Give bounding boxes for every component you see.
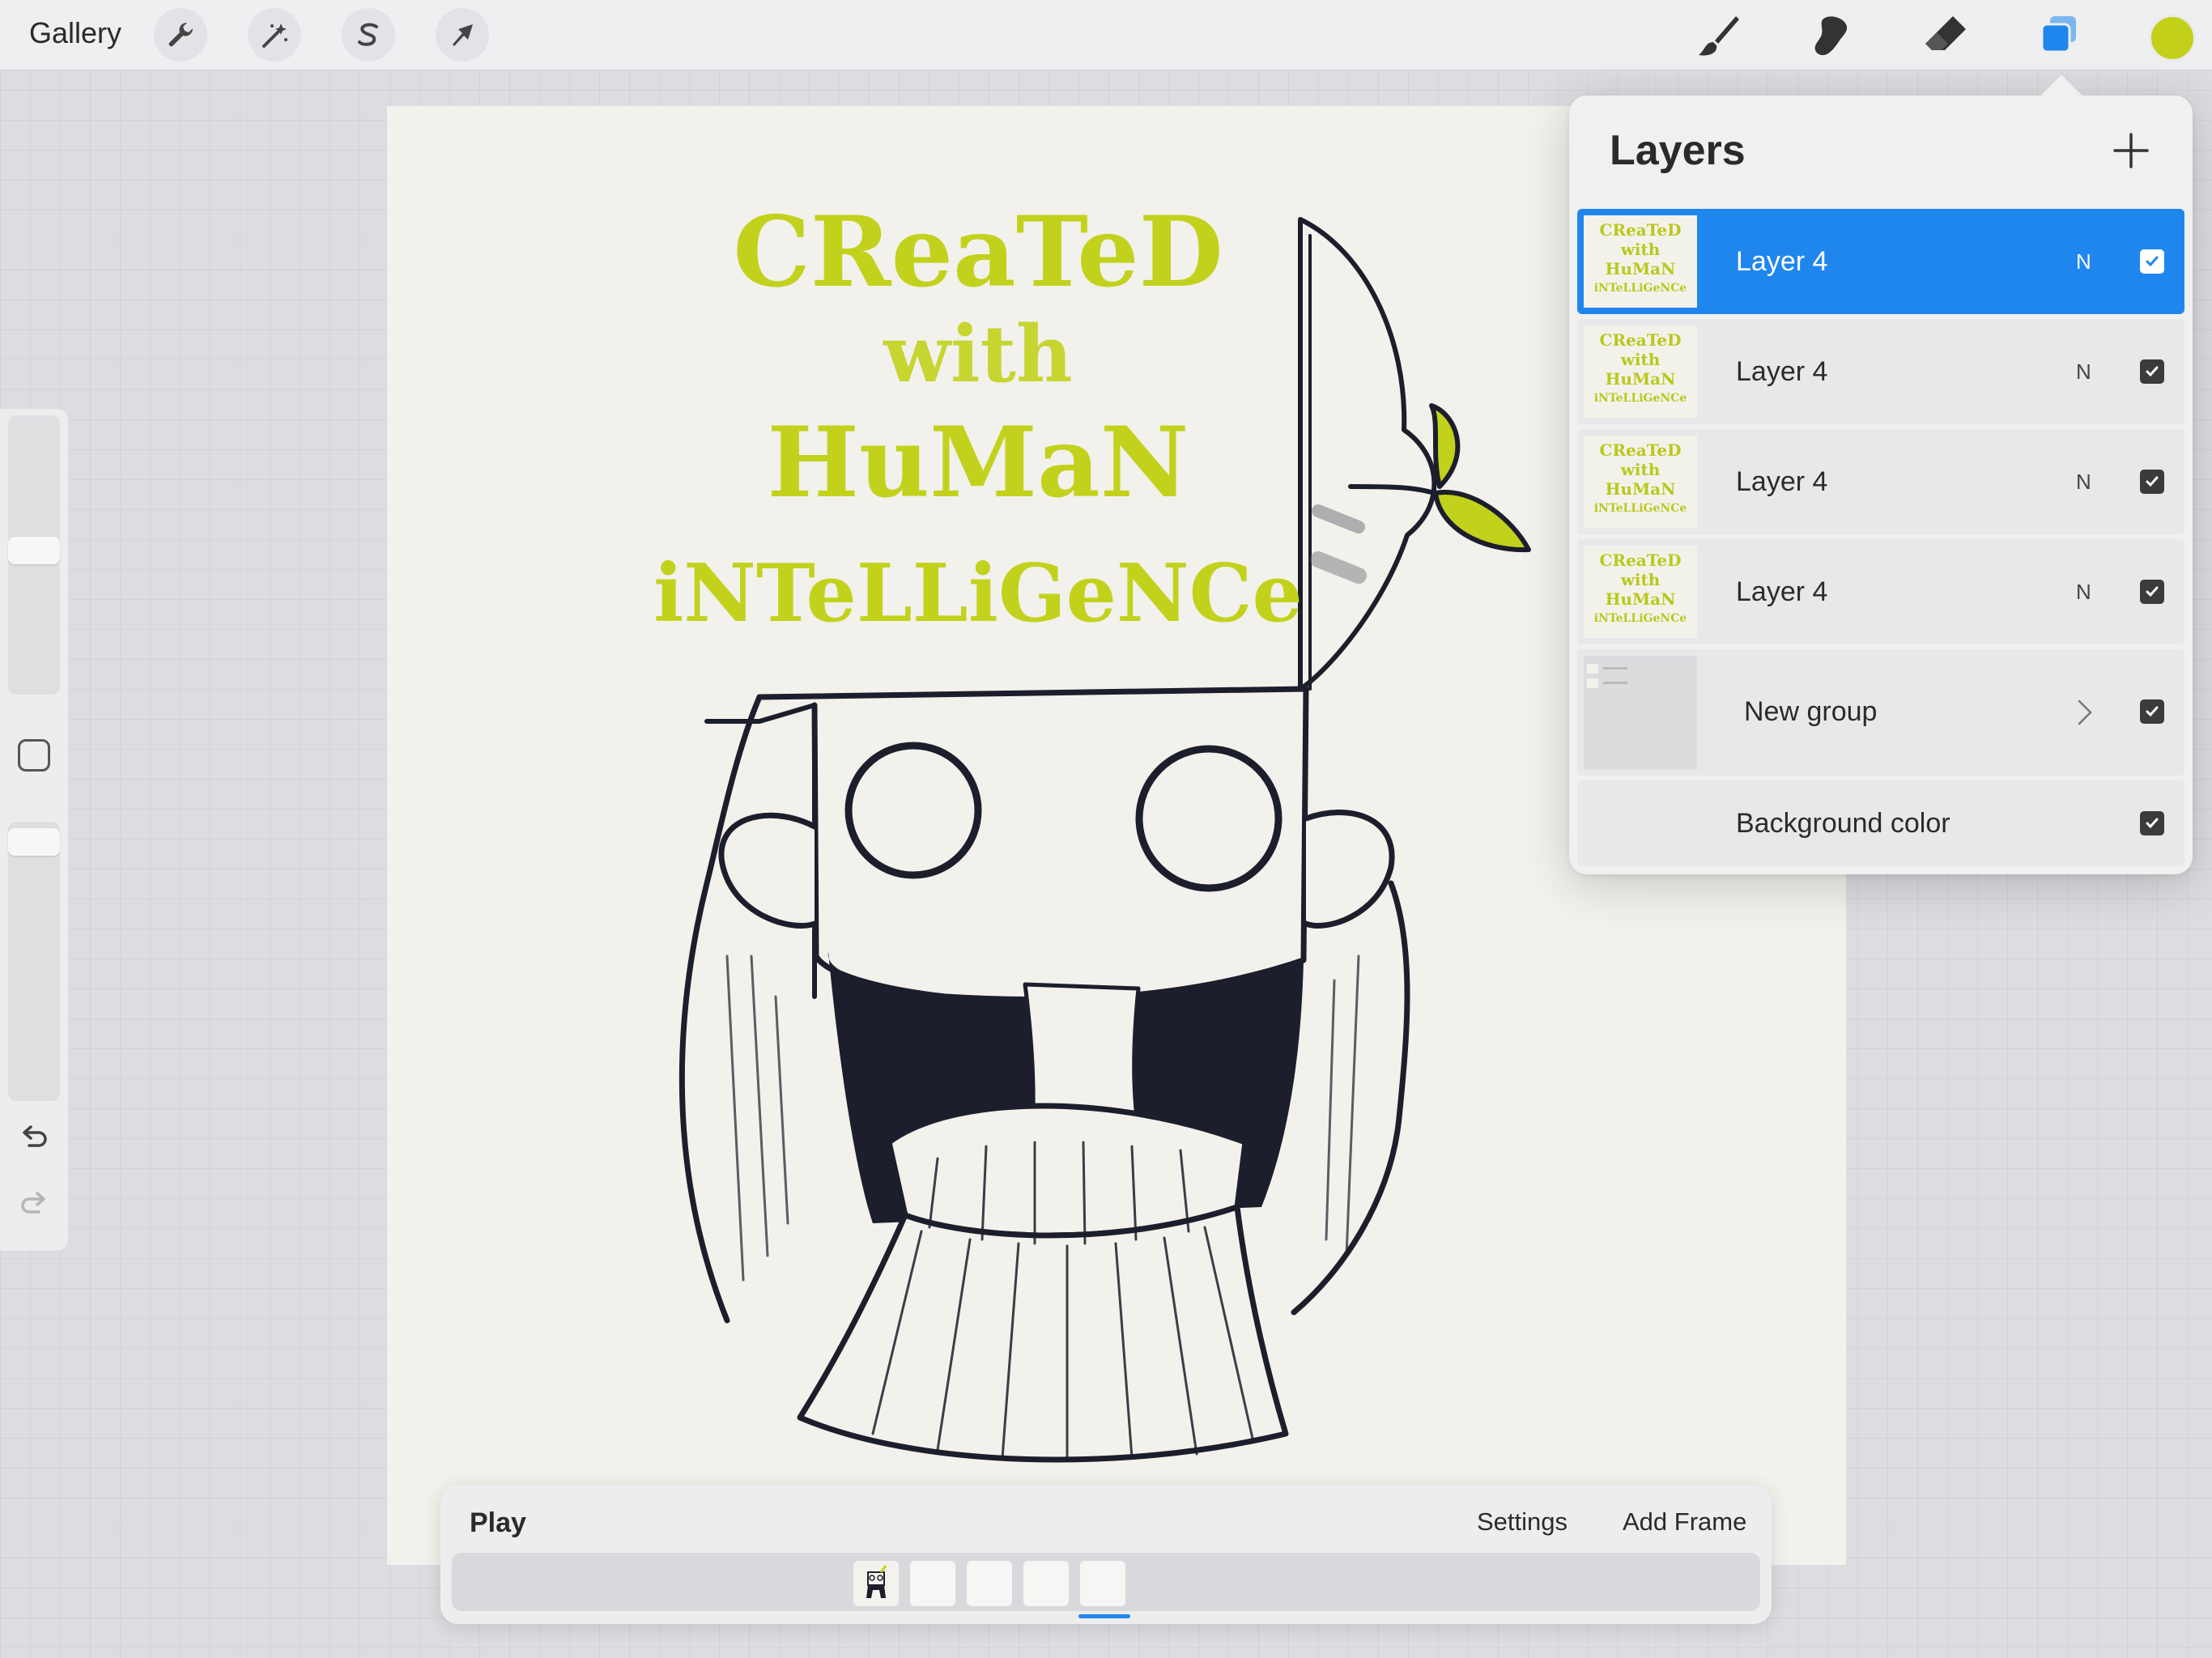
artwork-line-3: HuMaN <box>767 406 1189 520</box>
background-color-label: Background color <box>1736 808 1950 839</box>
layer-thumbnail: CReaTeD with HuMaN iNTeLLiGeNCe <box>1584 325 1697 418</box>
visibility-checkbox[interactable] <box>2140 580 2164 604</box>
checkmark-icon <box>2146 818 2159 829</box>
wrench-icon <box>168 22 194 47</box>
brush-size-thumb[interactable] <box>8 537 60 564</box>
chevron-right-icon[interactable] <box>2073 696 2097 729</box>
thumb-text: iNTeLLiGeNCe <box>1593 282 1687 295</box>
artwork-line-1: CReaTeD <box>733 195 1223 309</box>
visibility-checkbox[interactable] <box>2140 811 2164 835</box>
thumb-text: with <box>1620 240 1661 259</box>
frame-4[interactable] <box>1023 1561 1069 1606</box>
visibility-checkbox[interactable] <box>2140 359 2164 384</box>
blend-mode-button[interactable]: N <box>2076 580 2091 605</box>
layer-row[interactable]: CReaTeD with HuMaN iNTeLLiGeNCe Layer 4 … <box>1577 209 2184 314</box>
brush-icon <box>1699 16 1739 56</box>
thumb-text: CReaTeD <box>1599 551 1682 570</box>
frame-thumbnail-icon <box>866 1565 887 1598</box>
checkmark-icon <box>2146 706 2159 717</box>
visibility-checkbox[interactable] <box>2140 699 2164 724</box>
layer-name: Layer 4 <box>1736 246 1828 277</box>
thumb-text: iNTeLLiGeNCe <box>1593 392 1687 405</box>
brush-size-slider[interactable] <box>8 415 60 695</box>
opacity-slider[interactable] <box>8 822 60 1101</box>
add-layer-icon[interactable] <box>2108 128 2154 173</box>
background-color-row[interactable]: Background color <box>1577 780 2184 866</box>
checkmark-icon <box>2146 586 2159 597</box>
actions-button[interactable] <box>154 8 207 62</box>
redo-icon <box>21 1192 45 1214</box>
group-preview-icon <box>1587 664 1627 688</box>
thumb-text: iNTeLLiGeNCe <box>1593 612 1687 625</box>
magic-wand-icon <box>262 23 287 48</box>
top-toolbar: Gallery <box>0 0 2212 70</box>
artwork-line-4: iNTeLLiGeNCe <box>653 547 1303 640</box>
transform-arrow-icon <box>453 24 473 46</box>
add-frame-button[interactable]: Add Frame <box>1623 1507 1746 1537</box>
checkmark-icon <box>2146 366 2159 377</box>
adjustments-button[interactable] <box>248 8 301 62</box>
checkmark-icon <box>2146 476 2159 487</box>
undo-icon <box>23 1125 47 1147</box>
thumb-text: HuMaN <box>1605 479 1676 499</box>
smudge-tool[interactable] <box>1802 6 1861 65</box>
color-picker-button[interactable] <box>2149 15 2196 62</box>
modify-button[interactable] <box>18 739 50 772</box>
layer-row[interactable]: CReaTeD with HuMaN iNTeLLiGeNCe Layer 4 … <box>1577 429 2184 534</box>
thumb-text: HuMaN <box>1605 259 1676 278</box>
thumb-text: iNTeLLiGeNCe <box>1593 502 1687 515</box>
visibility-checkbox[interactable] <box>2140 249 2164 274</box>
thumb-text: HuMaN <box>1605 369 1676 389</box>
checkmark-icon <box>2146 256 2159 267</box>
redo-button[interactable] <box>16 1188 52 1223</box>
blend-mode-button[interactable]: N <box>2076 470 2091 495</box>
thumb-text: CReaTeD <box>1599 330 1682 350</box>
frame-1[interactable] <box>853 1561 899 1606</box>
frame-5[interactable] <box>1080 1561 1125 1606</box>
undo-button[interactable] <box>16 1121 52 1157</box>
eraser-tool[interactable] <box>1916 6 1974 65</box>
thumb-text: CReaTeD <box>1599 440 1682 460</box>
layers-tool[interactable] <box>2029 6 2087 65</box>
layer-thumbnail: CReaTeD with HuMaN iNTeLLiGeNCe <box>1584 215 1697 308</box>
selection-s-icon <box>358 23 378 46</box>
play-button[interactable]: Play <box>470 1507 526 1539</box>
gallery-button[interactable]: Gallery <box>29 16 121 50</box>
smudge-icon <box>1814 16 1848 56</box>
frame-scrubber-indicator[interactable] <box>1078 1614 1130 1618</box>
layer-name: Layer 4 <box>1736 356 1828 387</box>
left-sidebar <box>0 409 68 1251</box>
timeline-settings-button[interactable]: Settings <box>1477 1507 1568 1537</box>
thumb-text: CReaTeD <box>1599 220 1682 240</box>
layer-group-row[interactable]: New group <box>1577 649 2184 776</box>
artwork-line-2: with <box>883 308 1073 400</box>
blend-mode-button[interactable]: N <box>2076 249 2091 274</box>
transform-button[interactable] <box>436 8 489 62</box>
layer-name: Layer 4 <box>1736 576 1828 607</box>
thumb-text: with <box>1620 570 1661 589</box>
group-thumbnail <box>1584 656 1697 769</box>
frame-2[interactable] <box>910 1561 955 1606</box>
layer-row[interactable]: CReaTeD with HuMaN iNTeLLiGeNCe Layer 4 … <box>1577 319 2184 424</box>
thumb-text: HuMaN <box>1605 589 1676 609</box>
group-name: New group <box>1744 696 1878 727</box>
eraser-icon <box>1925 16 1966 50</box>
layers-panel: Layers CReaTeD with HuMaN iNTeLLiGeNCe L… <box>1569 96 2193 874</box>
frames-track[interactable] <box>452 1553 1760 1611</box>
layers-title: Layers <box>1610 127 1746 174</box>
selection-button[interactable] <box>342 8 395 62</box>
blend-mode-button[interactable]: N <box>2076 359 2091 385</box>
layer-row[interactable]: CReaTeD with HuMaN iNTeLLiGeNCe Layer 4 … <box>1577 539 2184 644</box>
opacity-thumb[interactable] <box>8 828 60 856</box>
paint-brush-tool[interactable] <box>1689 6 1747 65</box>
thumb-text: with <box>1620 350 1661 369</box>
frame-3[interactable] <box>967 1561 1012 1606</box>
thumb-text: with <box>1620 460 1661 479</box>
visibility-checkbox[interactable] <box>2140 470 2164 494</box>
layer-thumbnail: CReaTeD with HuMaN iNTeLLiGeNCe <box>1584 436 1697 528</box>
layer-thumbnail: CReaTeD with HuMaN iNTeLLiGeNCe <box>1584 546 1697 638</box>
animation-timeline: Play Settings Add Frame <box>440 1485 1772 1624</box>
layer-name: Layer 4 <box>1736 466 1828 497</box>
layers-icon <box>2040 16 2076 53</box>
